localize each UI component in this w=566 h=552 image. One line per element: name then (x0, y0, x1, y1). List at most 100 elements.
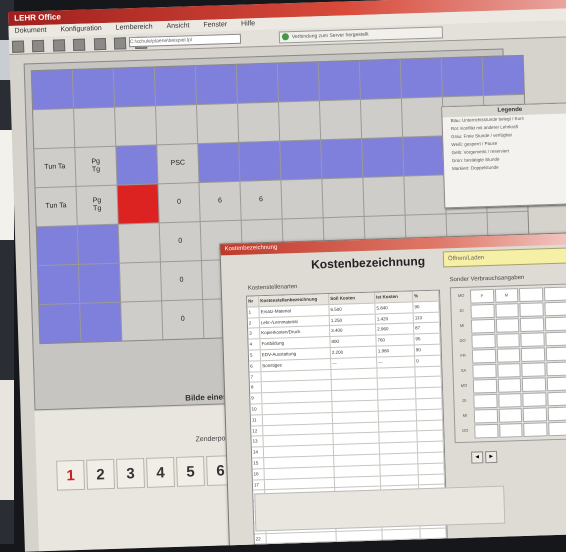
schedule-cell[interactable] (117, 184, 159, 224)
usage-cell[interactable] (471, 333, 496, 349)
schedule-cell[interactable] (113, 67, 156, 107)
schedule-cell[interactable] (77, 224, 119, 264)
usage-cell[interactable] (545, 346, 566, 362)
cut-icon[interactable] (93, 37, 107, 51)
schedule-cell[interactable] (116, 145, 158, 185)
usage-cell[interactable] (545, 361, 566, 377)
number-tab[interactable]: 1 (56, 459, 86, 491)
schedule-cell[interactable]: PSC (157, 144, 199, 184)
number-tab[interactable]: 2 (86, 458, 116, 490)
save-icon[interactable] (52, 39, 66, 52)
schedule-cell[interactable] (195, 64, 237, 105)
schedule-cell[interactable] (318, 61, 360, 101)
schedule-cell[interactable] (281, 179, 323, 219)
usage-cell[interactable] (494, 303, 519, 318)
schedule-cell[interactable] (198, 142, 240, 183)
schedule-cell[interactable] (403, 136, 445, 176)
open-icon[interactable] (32, 39, 45, 53)
schedule-cell[interactable] (404, 175, 446, 215)
usage-cell[interactable] (522, 392, 547, 408)
menu-item[interactable]: Dokument (14, 27, 46, 35)
usage-cell[interactable] (543, 286, 566, 302)
usage-cell[interactable] (546, 391, 566, 407)
schedule-cell[interactable]: 0 (159, 222, 201, 262)
usage-cell[interactable] (472, 363, 497, 379)
next-button[interactable]: ► (485, 450, 498, 464)
schedule-cell[interactable] (197, 103, 239, 144)
menu-item[interactable]: Hilfe (241, 20, 255, 27)
usage-cell[interactable] (519, 302, 544, 318)
usage-cell[interactable] (520, 347, 545, 363)
schedule-cell[interactable] (80, 302, 122, 342)
prev-button[interactable]: ◄ (471, 451, 484, 464)
schedule-cell[interactable] (482, 55, 524, 96)
usage-cell[interactable] (496, 348, 521, 363)
usage-cell[interactable] (547, 421, 566, 437)
usage-cell[interactable] (547, 406, 566, 422)
usage-cell[interactable] (473, 408, 498, 424)
usage-cell[interactable] (544, 316, 566, 332)
schedule-cell[interactable] (121, 301, 163, 341)
schedule-cell[interactable] (360, 98, 403, 138)
menu-item[interactable]: Ansicht (166, 22, 189, 30)
schedule-cell[interactable] (321, 138, 363, 179)
number-tab[interactable]: 4 (146, 457, 176, 488)
schedule-cell[interactable]: 0 (162, 300, 204, 340)
schedule-cell[interactable] (72, 68, 115, 108)
schedule-cell[interactable] (401, 97, 444, 137)
schedule-cell[interactable] (277, 62, 319, 102)
schedule-cell[interactable] (239, 141, 281, 181)
schedule-cell[interactable] (280, 140, 322, 180)
usage-cell[interactable] (522, 407, 547, 423)
schedule-cell[interactable] (36, 225, 78, 266)
load-field[interactable]: Öffnen/Laden (442, 246, 566, 268)
usage-cell[interactable] (472, 378, 497, 394)
schedule-cell[interactable] (31, 70, 74, 110)
usage-cell[interactable] (496, 363, 521, 378)
usage-cell[interactable] (495, 333, 520, 348)
notes-area[interactable] (254, 485, 506, 532)
usage-cell[interactable] (546, 376, 566, 392)
usage-cell[interactable] (520, 332, 545, 348)
schedule-cell[interactable]: 6 (240, 180, 282, 220)
usage-cell[interactable] (519, 317, 544, 333)
menu-item[interactable]: Fenster (203, 21, 227, 29)
schedule-cell[interactable] (319, 99, 362, 140)
usage-cell[interactable] (495, 318, 520, 333)
usage-cell[interactable]: M (494, 288, 519, 303)
schedule-cell[interactable] (237, 102, 280, 142)
schedule-cell[interactable]: Tun Ta (34, 147, 76, 188)
schedule-cell[interactable]: Tun Ta (35, 186, 77, 227)
path-field[interactable]: C:\schule\plaene\beispiel.lpl (128, 33, 242, 48)
usage-cell[interactable] (474, 423, 499, 439)
schedule-cell[interactable] (33, 109, 75, 149)
schedule-cell[interactable] (39, 303, 81, 344)
schedule-cell[interactable] (278, 101, 321, 141)
schedule-cell[interactable] (322, 177, 364, 218)
copy-icon[interactable] (114, 37, 127, 50)
schedule-cell[interactable] (362, 137, 404, 177)
schedule-cell[interactable] (359, 59, 401, 99)
schedule-cell[interactable]: 6 (199, 181, 241, 222)
schedule-cell[interactable] (400, 58, 442, 98)
usage-cell[interactable] (497, 393, 522, 408)
schedule-cell[interactable] (115, 106, 157, 146)
usage-cell[interactable] (497, 378, 522, 393)
usage-cell[interactable] (543, 301, 566, 317)
schedule-cell[interactable] (119, 262, 162, 302)
schedule-cell[interactable]: Pg Tg (76, 185, 118, 225)
schedule-cell[interactable] (441, 57, 483, 97)
usage-cell[interactable] (521, 377, 546, 393)
usage-cell[interactable] (498, 423, 523, 438)
usage-cell[interactable] (470, 303, 495, 319)
schedule-cell[interactable]: 0 (160, 261, 203, 301)
schedule-cell[interactable] (78, 263, 121, 303)
usage-cell[interactable] (498, 408, 523, 423)
schedule-cell[interactable] (154, 66, 196, 106)
print-icon[interactable] (73, 38, 86, 51)
schedule-cell[interactable] (236, 63, 278, 103)
menu-item[interactable]: Lernbereich (116, 23, 153, 31)
usage-cell[interactable] (521, 362, 546, 378)
usage-cell[interactable] (518, 287, 543, 303)
schedule-cell[interactable] (37, 264, 80, 305)
